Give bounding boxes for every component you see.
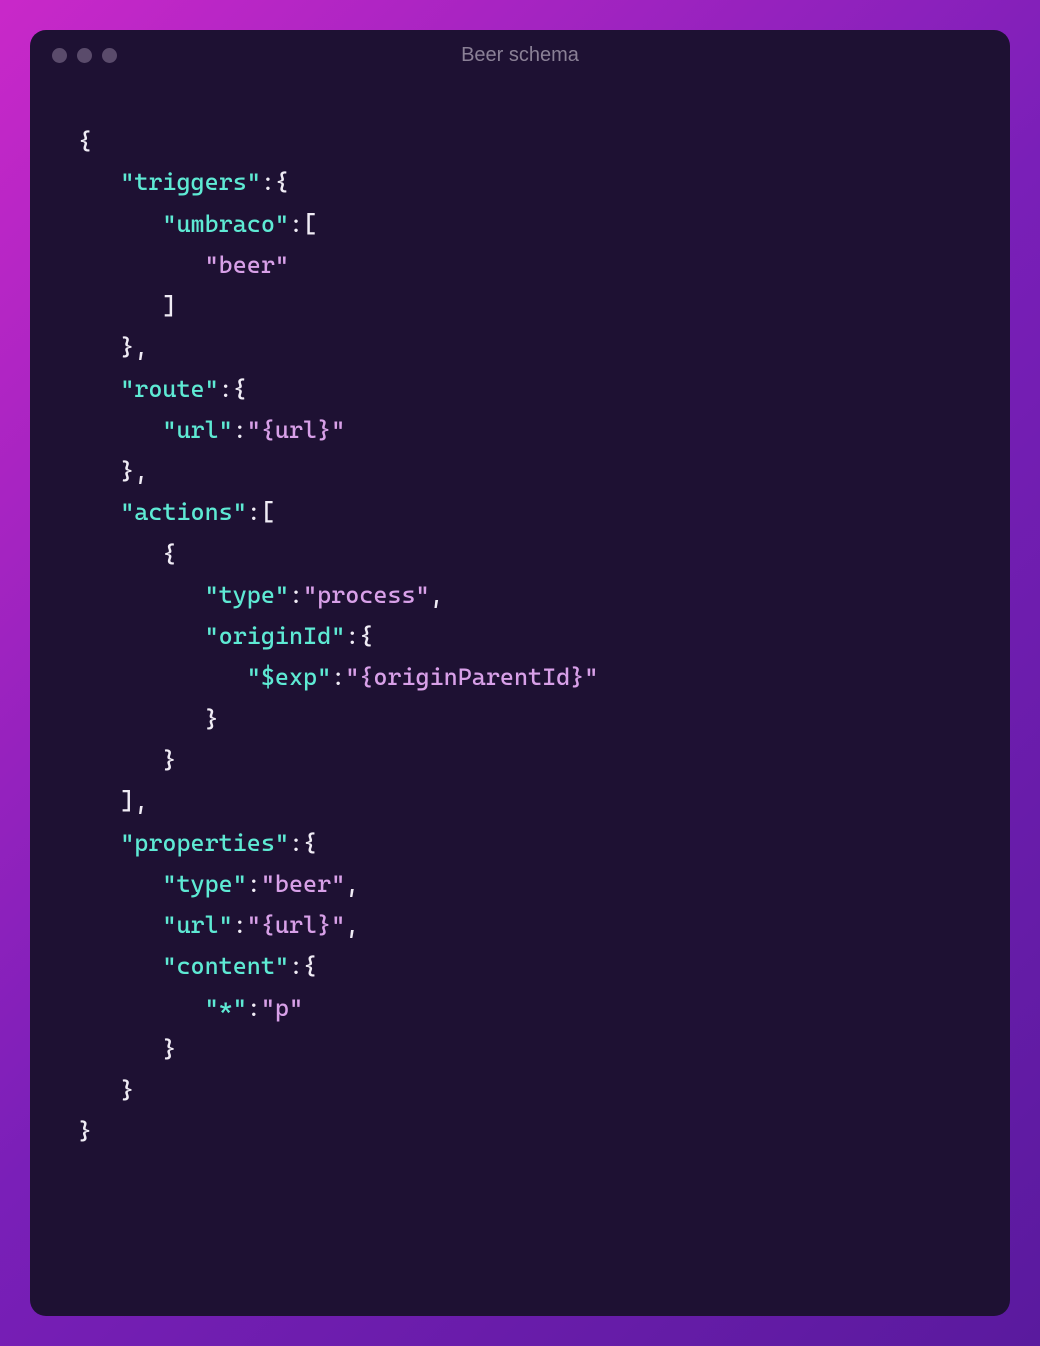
code-token-punct: ] — [78, 292, 176, 320]
code-token-punct: :{ — [261, 168, 289, 196]
code-token-key: "properties" — [120, 829, 289, 857]
code-token-punct: , — [345, 870, 359, 898]
traffic-lights — [52, 48, 117, 63]
code-token-str: "process" — [303, 581, 430, 609]
code-token-punct: : — [247, 994, 261, 1022]
code-block[interactable]: { "triggers":{ "umbraco":[ "beer" ] }, "… — [30, 81, 1010, 1316]
code-token-str: "p" — [261, 994, 303, 1022]
code-token-punct — [78, 251, 205, 279]
code-token-punct: } — [78, 1076, 134, 1104]
code-token-punct: : — [331, 663, 345, 691]
code-token-punct — [78, 870, 162, 898]
code-token-punct — [78, 911, 162, 939]
window-title: Beer schema — [461, 44, 579, 67]
code-token-key: "type" — [162, 870, 246, 898]
code-token-punct — [78, 994, 205, 1022]
code-token-punct — [78, 498, 120, 526]
code-token-punct — [78, 663, 247, 691]
code-token-punct: :{ — [289, 952, 317, 980]
code-token-punct: :{ — [219, 375, 247, 403]
code-token-punct — [78, 829, 120, 857]
code-window: Beer schema { "triggers":{ "umbraco":[ "… — [30, 30, 1010, 1316]
code-token-punct — [78, 622, 205, 650]
code-token-str: "{url}" — [247, 416, 345, 444]
close-icon[interactable] — [52, 48, 67, 63]
code-token-punct: :{ — [289, 829, 317, 857]
code-token-punct — [78, 581, 205, 609]
code-token-punct — [78, 375, 120, 403]
code-token-punct: }, — [78, 457, 148, 485]
code-token-punct: ], — [78, 787, 148, 815]
code-token-punct: } — [78, 746, 176, 774]
maximize-icon[interactable] — [102, 48, 117, 63]
code-token-key: "type" — [205, 581, 289, 609]
code-token-str: "{url}" — [247, 911, 345, 939]
code-token-key: "actions" — [120, 498, 247, 526]
code-token-punct — [78, 416, 162, 444]
code-token-key: "triggers" — [120, 168, 261, 196]
code-token-punct: , — [345, 911, 359, 939]
code-token-key: "url" — [162, 416, 232, 444]
code-token-str: "beer" — [205, 251, 289, 279]
code-token-punct: : — [247, 870, 261, 898]
code-token-punct — [78, 210, 162, 238]
code-token-key: "*" — [205, 994, 247, 1022]
code-token-key: "route" — [120, 375, 218, 403]
code-token-punct: { — [78, 540, 176, 568]
code-token-str: "beer" — [261, 870, 345, 898]
code-token-punct: } — [78, 705, 219, 733]
code-token-punct: } — [78, 1035, 176, 1063]
titlebar: Beer schema — [30, 30, 1010, 81]
code-token-punct: : — [289, 581, 303, 609]
code-token-punct — [78, 952, 162, 980]
code-token-key: "content" — [162, 952, 289, 980]
code-token-punct: :[ — [247, 498, 275, 526]
minimize-icon[interactable] — [77, 48, 92, 63]
code-token-key: "umbraco" — [162, 210, 289, 238]
code-token-punct: : — [233, 911, 247, 939]
code-token-punct: :{ — [345, 622, 373, 650]
code-token-punct: :[ — [289, 210, 317, 238]
code-token-punct: : — [233, 416, 247, 444]
code-token-punct — [78, 168, 120, 196]
code-token-punct: }, — [78, 333, 148, 361]
code-token-str: "{originParentId}" — [345, 663, 598, 691]
code-token-punct: } — [78, 1117, 92, 1145]
code-token-punct: { — [78, 127, 92, 155]
code-token-key: "originId" — [205, 622, 346, 650]
code-token-key: "$exp" — [247, 663, 331, 691]
code-token-punct: , — [430, 581, 444, 609]
code-token-key: "url" — [162, 911, 232, 939]
